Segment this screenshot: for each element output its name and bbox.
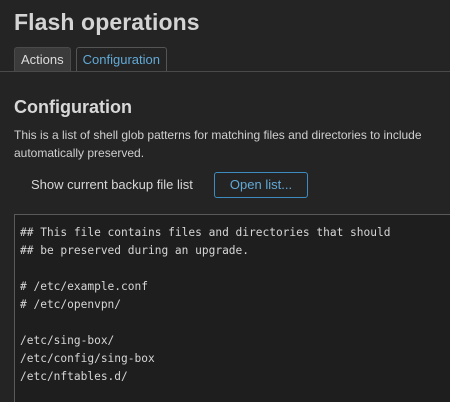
flash-operations-page: Flash operations Actions Configuration C… (0, 0, 450, 402)
backup-file-list-row: Show current backup file list Open list.… (31, 172, 450, 198)
editor-line: /etc/nftables.d/ (20, 370, 128, 383)
open-list-button[interactable]: Open list... (214, 172, 308, 198)
backup-file-list-label: Show current backup file list (31, 177, 193, 192)
preserve-list-textarea[interactable]: ## This file contains files and director… (14, 214, 450, 402)
editor-line: /etc/config/sing-box (20, 352, 155, 365)
editor-line: ## be preserved during an upgrade. (20, 244, 250, 257)
tab-configuration[interactable]: Configuration (75, 47, 167, 72)
editor-line: # /etc/example.conf (20, 280, 148, 293)
tab-actions[interactable]: Actions (14, 47, 71, 71)
tab-bar-divider (0, 71, 450, 72)
tab-bar: Actions Configuration (14, 47, 167, 72)
editor-line: ## This file contains files and director… (20, 226, 391, 239)
description-line: automatically preserved. (14, 146, 145, 160)
page-title: Flash operations (14, 9, 200, 35)
description-line: This is a list of shell glob patterns fo… (14, 128, 422, 142)
editor-line: /etc/sing-box/ (20, 334, 115, 347)
editor-content: ## This file contains files and director… (20, 224, 390, 402)
section-title: Configuration (14, 97, 132, 117)
editor-line: # /etc/openvpn/ (20, 298, 122, 311)
section-description: This is a list of shell glob patterns fo… (14, 126, 450, 162)
